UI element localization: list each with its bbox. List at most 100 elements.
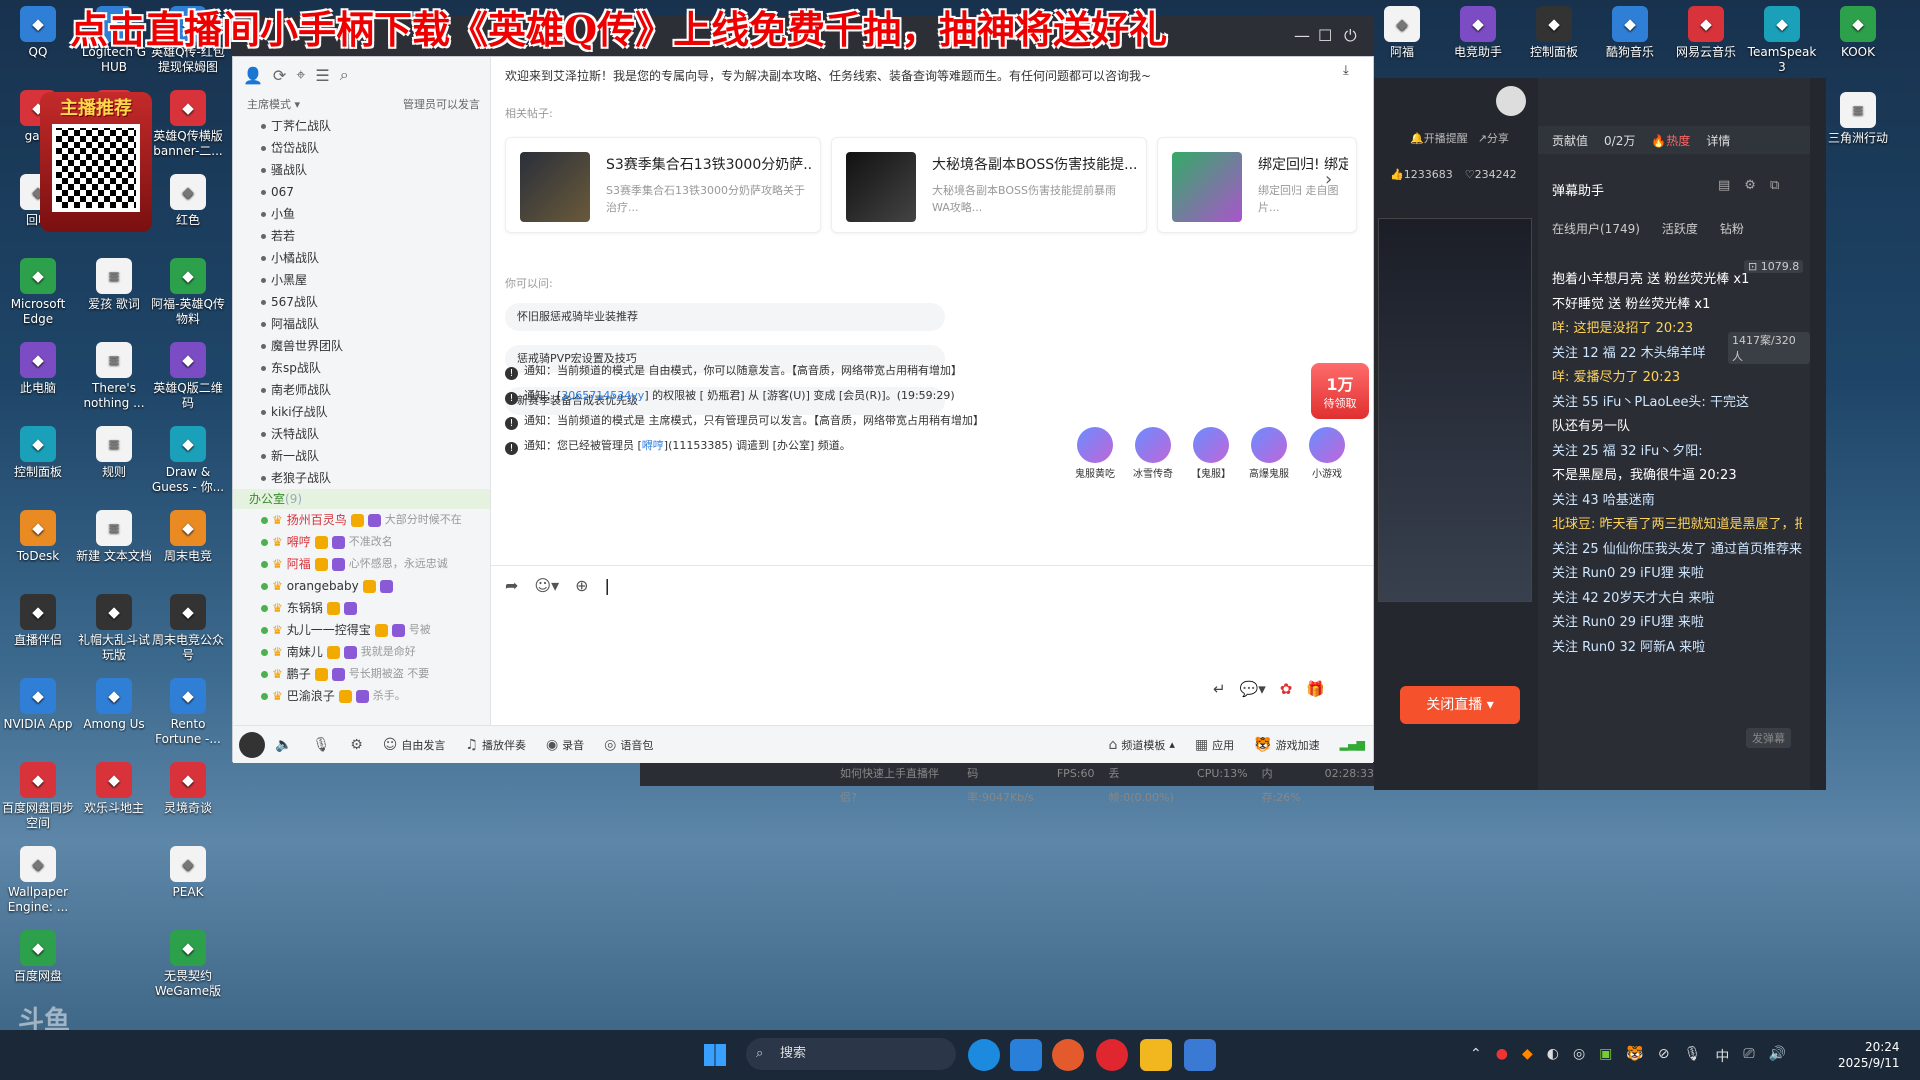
channel-item[interactable]: 沃特战队 (233, 423, 490, 445)
desktop-icon[interactable]: ◆ 无畏契约 WeGame版 (150, 930, 226, 999)
channel-item[interactable]: 老狼子战队 (233, 467, 490, 489)
app-taskbar-icon-3[interactable] (1184, 1039, 1216, 1071)
enter-icon[interactable]: ↵ (1213, 680, 1226, 698)
refresh-icon[interactable]: ⟳ (273, 66, 286, 85)
tab-online-users[interactable]: 在线用户(1749) (1552, 220, 1640, 237)
member-item[interactable]: ♛ 南妹儿 我就是命好 (233, 641, 490, 663)
channel-item[interactable]: 丁荠仁战队 (233, 115, 490, 137)
download-icon[interactable]: ⤓ (1343, 63, 1349, 78)
desktop-icon[interactable]: ◆ 周末电竞 (150, 510, 226, 564)
apps-button[interactable]: ▦ 应用 (1195, 737, 1234, 753)
game-tray-icon[interactable]: 🐯 (1626, 1046, 1643, 1066)
maximize-icon[interactable]: ☐ (1318, 26, 1332, 45)
desktop-icon[interactable]: ◆ 英雄Q版二维码 (150, 342, 226, 411)
close-live-button[interactable]: 关闭直播 ▾ (1400, 686, 1520, 724)
chat-bubble-icon[interactable]: 💬▾ (1240, 680, 1266, 698)
app-tray-icon[interactable]: ◆ (1522, 1046, 1533, 1066)
desktop-icon[interactable]: ◆ 周末电竞公众号 (150, 594, 226, 663)
desktop-icon[interactable]: ≡ 爱孩 歌词 (76, 258, 152, 312)
channel-item[interactable]: kiki仔战队 (233, 401, 490, 423)
tray-expand-icon[interactable]: ⌃ (1470, 1046, 1482, 1066)
desktop-icon[interactable]: ◆ QQ (0, 6, 76, 60)
send-danmu-button[interactable]: 发弹幕 (1746, 728, 1791, 748)
screenshot-icon[interactable]: ⊕ (575, 576, 588, 595)
notify-button[interactable]: 🔔开播提醒 (1410, 130, 1468, 146)
record-button[interactable]: ◉ 录音 (546, 737, 584, 753)
desktop-icon[interactable]: ◆ 灵境奇谈 (150, 762, 226, 816)
desktop-icon[interactable]: ◆ Draw & Guess - 你... (150, 426, 226, 495)
search-icon[interactable]: ⌕ (340, 65, 349, 85)
message-input-area[interactable]: ➦ ☺▾ ⊕ | ↵ 💬▾ ✿ 🎁 (491, 565, 1373, 725)
display-icon[interactable]: ⎚ (1743, 1046, 1754, 1066)
member-item[interactable]: ♛ 鹏子 号长期被盗 不要 (233, 663, 490, 685)
desktop-icon[interactable]: ◆ KOOK (1820, 6, 1896, 60)
desktop-icon[interactable]: ◆ Among Us (76, 678, 152, 732)
post-card-1[interactable]: S3赛季集合石13铁3000分奶萨... S3赛季集合石13铁3000分奶萨攻略… (505, 137, 821, 233)
popout-icon[interactable]: ⧉ (1770, 178, 1779, 193)
desktop-icon[interactable]: ◆ 直播伴侣 (0, 594, 76, 648)
channel-group-office[interactable]: 办公室(9) (233, 489, 490, 509)
tab-diamond-fans[interactable]: 钻粉 (1720, 220, 1744, 237)
channel-item[interactable]: 阿福战队 (233, 313, 490, 335)
desktop-icon[interactable]: ◆ NVIDIA App (0, 678, 76, 732)
game-accel-taskbar-icon[interactable] (1140, 1039, 1172, 1071)
windows-start-icon[interactable] (704, 1044, 726, 1066)
desktop-icon[interactable]: ◆ 电竞助手 (1440, 6, 1516, 60)
desktop-icon[interactable]: ◆ 百度网盘同步空间 (0, 762, 76, 831)
member-item[interactable]: ♛ 巴渝浪子 杀手。 (233, 685, 490, 707)
desktop-icon[interactable]: ◆ Wallpaper Engine: ... (0, 846, 76, 915)
desktop-icon[interactable]: ◆ 阿福-英雄Q传物料 (150, 258, 226, 327)
share-button[interactable]: ↗分享 (1478, 130, 1509, 146)
member-item[interactable]: ♛ 东锅锅 (233, 597, 490, 619)
user-link[interactable]: 3065714534yy (561, 389, 644, 402)
netease-tray-icon[interactable]: ● (1496, 1046, 1508, 1066)
app-taskbar-icon-2[interactable] (1052, 1039, 1084, 1071)
desktop-icon[interactable]: ◆ TeamSpeak 3 (1744, 6, 1820, 75)
channel-item[interactable]: 岱岱战队 (233, 137, 490, 159)
list-icon[interactable]: ▤ (1718, 178, 1730, 193)
user-link[interactable]: 嘚哼 (642, 439, 664, 452)
nvidia-tray-icon[interactable]: ▣ (1599, 1046, 1612, 1066)
channel-item[interactable]: 南老师战队 (233, 379, 490, 401)
member-item[interactable]: ♛ 阿福 心怀感恩，永远忠诚 (233, 553, 490, 575)
desktop-icon[interactable]: ◆ 百度网盘 (0, 930, 76, 984)
game-accel-button[interactable]: 🐯 游戏加速 (1254, 737, 1319, 753)
play-accompany-button[interactable]: ♫ 播放伴奏 (465, 737, 526, 753)
volume-icon[interactable]: 🔊 (1769, 1046, 1786, 1066)
channel-item[interactable]: 567战队 (233, 291, 490, 313)
speaker-icon[interactable]: 🔈 (275, 737, 292, 753)
member-item[interactable]: ♛ 嘚哼 不准改名 (233, 531, 490, 553)
edge-taskbar-icon[interactable] (968, 1039, 1000, 1071)
desktop-icon-delta-force[interactable]: ≡ 三角洲行动 (1820, 92, 1896, 146)
desktop-icon[interactable]: ◆ 控制面板 (1516, 6, 1592, 60)
desktop-icon[interactable]: ◆ 网易云音乐 (1668, 6, 1744, 60)
member-item[interactable]: ♛ orangebaby (233, 575, 490, 597)
desktop-icon[interactable]: ≡ 规则 (76, 426, 152, 480)
list-icon[interactable]: ☰ (315, 66, 329, 85)
channel-item[interactable]: 东sp战队 (233, 357, 490, 379)
taskbar-clock[interactable]: 20:24 2025/9/11 (1838, 1039, 1900, 1071)
voice-pack-button[interactable]: ◎ 语音包 (604, 737, 653, 753)
share-icon[interactable]: ➦ (505, 576, 518, 595)
minimize-icon[interactable]: — (1294, 26, 1310, 45)
settings-icon[interactable]: ⚙ (1744, 178, 1756, 193)
desktop-icon[interactable]: ≡ There's nothing ... (76, 342, 152, 411)
member-item[interactable]: ♛ 丸儿一一控得宝 号被 (233, 619, 490, 641)
channel-item[interactable]: 小黑屋 (233, 269, 490, 291)
channel-item[interactable]: 小鱼 (233, 203, 490, 225)
member-item[interactable]: ♛ 扬州百灵鸟 大部分时候不在 (233, 509, 490, 531)
ime-indicator[interactable]: 中 (1715, 1046, 1729, 1066)
location-icon[interactable]: ⌖ (296, 65, 305, 85)
channel-item[interactable]: 新一战队 (233, 445, 490, 467)
streamer-avatar[interactable] (1496, 86, 1526, 116)
desktop-icon[interactable]: ◆ 阿福 (1364, 6, 1440, 60)
channel-item[interactable]: 魔兽世界团队 (233, 335, 490, 357)
desktop-icon[interactable]: ◆ 此电脑 (0, 342, 76, 396)
stream-preview[interactable] (1378, 218, 1532, 602)
desktop-icon[interactable]: ◆ PEAK (150, 846, 226, 900)
desktop-icon[interactable]: ◆ ToDesk (0, 510, 76, 564)
mic-tray-icon[interactable]: 🎙 (1684, 1046, 1702, 1066)
network-off-icon[interactable]: ⊘ (1658, 1046, 1670, 1066)
suggestion-1[interactable]: 怀旧服惩戒骑毕业装推荐 (505, 303, 945, 331)
desktop-icon[interactable]: ◆ 英雄Q传横版banner-二... (150, 90, 226, 159)
